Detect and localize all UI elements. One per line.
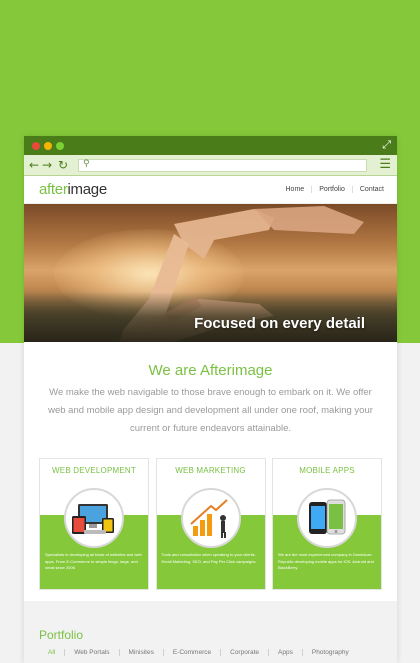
service-card-mobile-apps[interactable]: MOBILE APPS We are the most experienced … [272, 458, 382, 590]
filter-minisites[interactable]: Minisites [118, 649, 163, 656]
hero-banner: Focused on every detail [24, 204, 397, 342]
maximize-window-dot[interactable] [56, 142, 64, 150]
service-description: Specialists in developing all kinds of w… [45, 552, 142, 570]
browser-toolbar: ← → ↻ ⚲ ☰ [24, 155, 397, 176]
arrow-right-icon[interactable]: → [42, 158, 52, 172]
intro-text: We make the web navigable to those brave… [48, 387, 373, 434]
filter-corporate[interactable]: Corporate [220, 649, 268, 656]
reload-icon[interactable]: ↻ [58, 158, 68, 172]
address-bar[interactable]: ⚲ [78, 159, 367, 172]
arrow-left-icon[interactable]: ← [29, 158, 39, 172]
services-section: WEB DEVELOPMENT Specialists in developin… [39, 458, 382, 590]
nav-portfolio-link[interactable]: Portfolio [311, 186, 352, 193]
hero-title: Focused on every detail [194, 315, 365, 332]
hamburger-menu-icon[interactable]: ☰ [379, 158, 391, 172]
search-icon: ⚲ [83, 159, 90, 169]
filter-photography[interactable]: Photography [301, 649, 358, 656]
growth-chart-illustration [180, 488, 241, 548]
close-window-dot[interactable] [32, 142, 40, 150]
phones-illustration [297, 488, 357, 548]
site-logo[interactable]: afterimage [39, 181, 107, 198]
intro-heading-brand: Afterimage [199, 362, 273, 379]
nav-home-link[interactable]: Home [279, 186, 312, 193]
service-card-web-development[interactable]: WEB DEVELOPMENT Specialists in developin… [39, 458, 149, 590]
browser-titlebar: ⤢ [24, 136, 397, 155]
intro-heading: We are Afterimage [24, 362, 397, 379]
logo-prefix: after [39, 181, 68, 198]
service-title: MOBILE APPS [299, 466, 355, 475]
site-nav: Home Portfolio Contact [279, 186, 392, 193]
service-card-web-marketing[interactable]: WEB MARKETING Tools and consultation whe… [155, 458, 266, 590]
filter-e-commerce[interactable]: E-Commerce [162, 649, 220, 656]
site-header: afterimage Home Portfolio Contact [24, 176, 397, 204]
service-description: Tools and consultation when speaking to … [161, 552, 257, 564]
browser-window: ⤢ ← → ↻ ⚲ ☰ afterimage Home Portfolio Co… [24, 136, 397, 663]
logo-suffix: image [67, 181, 108, 198]
filter-all[interactable]: All [39, 649, 64, 656]
minimize-window-dot[interactable] [44, 142, 52, 150]
portfolio-title: Portfolio [39, 628, 84, 642]
portfolio-filters: All Web Portals Minisites E-Commerce Cor… [39, 649, 358, 656]
devices-illustration [64, 488, 124, 548]
filter-web-portals[interactable]: Web Portals [64, 649, 118, 656]
intro-heading-prefix: We are [148, 362, 200, 379]
intro-section: We are Afterimage We make the web naviga… [24, 342, 397, 438]
service-description: We are the most experienced company in D… [278, 552, 374, 570]
expand-icon[interactable]: ⤢ [382, 139, 391, 152]
portfolio-section: Portfolio All Web Portals Minisites E-Co… [24, 601, 397, 663]
service-title: WEB DEVELOPMENT [52, 466, 136, 475]
nav-contact-link[interactable]: Contact [351, 186, 391, 193]
filter-apps[interactable]: Apps [268, 649, 302, 656]
service-title: WEB MARKETING [175, 466, 246, 475]
